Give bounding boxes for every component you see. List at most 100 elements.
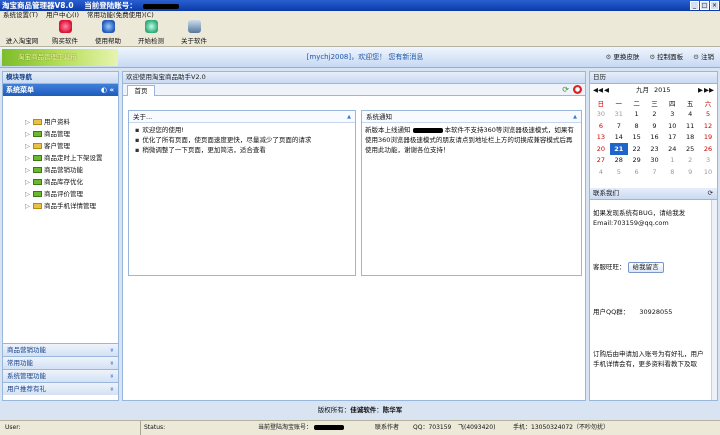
calendar-day[interactable]: 14 xyxy=(610,132,628,144)
nav-item-product-management[interactable]: ▷ 商品管理 xyxy=(25,129,70,139)
calendar-day[interactable]: 16 xyxy=(646,132,664,144)
next-month-button[interactable]: ▶ xyxy=(698,85,703,95)
accordion-referral[interactable]: 用户推荐有礼 xyxy=(3,382,118,395)
menu-user-center[interactable]: 用户中心(I) xyxy=(46,11,79,20)
right-panel: 日历 ◀◀ ◀ 九月 2015 ▶ ▶▶ 日一二三四五六 30 31 1 2 3 4 5 6 7… xyxy=(589,71,718,401)
calendar-day[interactable]: 30 xyxy=(592,109,610,121)
calendar-day[interactable]: 4 xyxy=(592,166,610,178)
prev-year-button[interactable]: ◀◀ xyxy=(593,85,603,95)
calendar-day[interactable]: 19 xyxy=(699,132,717,144)
tab-home[interactable]: 首页 xyxy=(127,85,155,96)
nav-item-marketing[interactable]: ▷ 商品营销功能 xyxy=(25,165,83,175)
menu-bar: 系统设置(T) 用户中心(I) 常用功能(免费使用)(C) xyxy=(0,11,720,20)
calendar-day[interactable]: 4 xyxy=(681,109,699,121)
weekday-label: 二 xyxy=(633,99,640,108)
about-software-button[interactable]: 关于软件 xyxy=(173,20,215,47)
calendar-nav: ◀◀ ◀ 九月 2015 ▶ ▶▶ xyxy=(590,85,717,95)
calendar-day[interactable]: 20 xyxy=(592,143,610,155)
calendar-day[interactable]: 15 xyxy=(628,132,646,144)
control-panel-link[interactable]: 控制面板 xyxy=(649,47,683,68)
prev-month-button[interactable]: ◀ xyxy=(604,85,609,95)
calendar-day[interactable]: 1 xyxy=(663,155,681,167)
calendar-day[interactable]: 29 xyxy=(628,155,646,167)
calendar-day[interactable]: 25 xyxy=(681,143,699,155)
next-year-button[interactable]: ▶▶ xyxy=(704,85,714,95)
nav-item-user-profile[interactable]: ▷ 用户资料 xyxy=(25,117,70,127)
calendar-day[interactable]: 13 xyxy=(592,132,610,144)
nav-item-scheduled-listing[interactable]: ▷ 商品定时上下架设置 xyxy=(25,153,103,163)
calendar-day[interactable]: 2 xyxy=(681,155,699,167)
calendar-day[interactable]: 2 xyxy=(646,109,664,121)
calendar-day[interactable]: 22 xyxy=(628,143,646,155)
calendar-day[interactable]: 5 xyxy=(610,166,628,178)
welcome-message[interactable]: [mychj2008]，欢迎您！ 您有新消息 xyxy=(280,47,450,68)
notice-box: 系统通知 新版本上线通知本软件不支持360等浏览器极速模式，如果有使用360浏览… xyxy=(361,110,582,276)
status-contact: 联系作者 xyxy=(375,424,400,431)
enter-taobao-button[interactable]: 进入淘宝网 xyxy=(1,20,43,47)
accordion-common[interactable]: 常用功能 xyxy=(3,356,118,369)
refresh-icon[interactable]: ⟳ xyxy=(708,188,713,199)
calendar-day[interactable]: 8 xyxy=(663,166,681,178)
calendar-day[interactable]: 24 xyxy=(663,143,681,155)
calendar-month: 九月 xyxy=(636,86,649,94)
calendar-day[interactable]: 9 xyxy=(646,120,664,132)
calendar-day[interactable]: 28 xyxy=(610,155,628,167)
leave-message-button[interactable]: 给我留言 xyxy=(627,262,664,273)
calendar-header: 日历 xyxy=(590,72,717,84)
calendar-day[interactable]: 26 xyxy=(699,143,717,155)
calendar-day[interactable]: 7 xyxy=(646,166,664,178)
status-phone: 手机：13050324072（不吵勿扰） xyxy=(513,424,609,431)
calendar-day[interactable]: 11 xyxy=(681,120,699,132)
change-skin-link[interactable]: 更换皮肤 xyxy=(606,47,639,68)
about-line: 欢迎您的使用! xyxy=(129,125,355,135)
nav-item-mobile-details[interactable]: ▷ 商品手机详情管理 xyxy=(25,201,96,211)
calendar-day[interactable]: 10 xyxy=(699,166,717,178)
calendar-day[interactable]: 23 xyxy=(646,143,664,155)
menu-system-settings[interactable]: 系统设置(T) xyxy=(3,11,38,20)
nav-item-customer-management[interactable]: ▷ 客户管理 xyxy=(25,141,70,151)
status-status: Status: xyxy=(140,421,165,435)
maximize-button[interactable]: □ xyxy=(700,1,709,10)
calendar-grid: 日一二三四五六 30 31 1 2 3 4 5 6 7 8 9 10 11 12 13 14 15 16 17 18 1… xyxy=(590,97,717,178)
calendar-day[interactable]: 27 xyxy=(592,155,610,167)
close-button[interactable]: × xyxy=(710,1,719,10)
calendar-day[interactable]: 9 xyxy=(681,166,699,178)
calendar-day[interactable]: 18 xyxy=(681,132,699,144)
calendar-day[interactable]: 17 xyxy=(663,132,681,144)
current-account-label: 当前登陆账号： xyxy=(84,1,137,10)
calendar-day[interactable]: 3 xyxy=(699,155,717,167)
calendar-day[interactable]: 5 xyxy=(699,109,717,121)
calendar-day[interactable]: 31 xyxy=(610,109,628,121)
help-button[interactable]: 使用帮助 xyxy=(87,20,129,47)
about-line: 优化了所有页面，使页面速度更快，尽量减少了页面的请求 xyxy=(129,135,355,145)
close-tab-icon[interactable]: ● xyxy=(573,85,582,94)
refresh-icon[interactable]: ⟳ xyxy=(562,85,569,94)
calendar-day[interactable]: 30 xyxy=(646,155,664,167)
minimize-button[interactable]: _ xyxy=(690,1,699,10)
contact-header: 联系我们 ⟳ xyxy=(590,188,717,200)
notice-title[interactable]: 系统通知 xyxy=(362,111,581,123)
system-menu-header[interactable]: 系统菜单 ◐ « xyxy=(3,84,118,96)
accordion-system-management[interactable]: 系统管理功能 xyxy=(3,369,118,382)
calendar-year: 2015 xyxy=(654,86,671,94)
nav-item-inventory[interactable]: ▷ 商品库存优化 xyxy=(25,177,83,187)
scrollbar[interactable] xyxy=(711,200,717,400)
calendar-day[interactable]: 6 xyxy=(592,120,610,132)
calendar-day[interactable]: 1 xyxy=(628,109,646,121)
logout-link[interactable]: 注销 xyxy=(693,47,714,68)
calendar-day[interactable]: 10 xyxy=(663,120,681,132)
calendar-day[interactable]: 7 xyxy=(610,120,628,132)
calendar-day[interactable]: 12 xyxy=(699,120,717,132)
start-check-button[interactable]: 开始检测 xyxy=(130,20,172,47)
buy-software-button[interactable]: 购买软件 xyxy=(44,20,86,47)
menu-common-functions[interactable]: 常用功能(免费使用)(C) xyxy=(87,11,154,20)
calendar-day[interactable]: 21 xyxy=(609,143,628,155)
check-icon xyxy=(144,20,158,33)
accordion-marketing[interactable]: 商品营销功能 xyxy=(3,343,118,356)
calendar-day[interactable]: 3 xyxy=(663,109,681,121)
about-title[interactable]: 关于... xyxy=(129,111,355,123)
calendar-day[interactable]: 8 xyxy=(628,120,646,132)
collapse-icon[interactable]: ◐ « xyxy=(101,84,114,96)
nav-item-reviews[interactable]: ▷ 商品评价管理 xyxy=(25,189,83,199)
calendar-day[interactable]: 6 xyxy=(628,166,646,178)
